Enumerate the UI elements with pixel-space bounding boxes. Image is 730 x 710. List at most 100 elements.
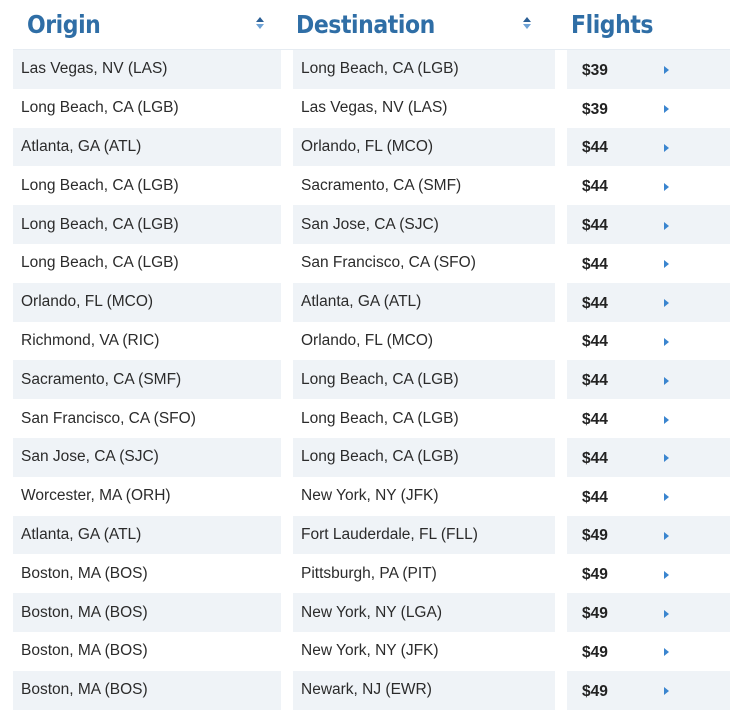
origin-cell: Boston, MA (BOS) [13, 593, 281, 632]
table-row[interactable]: Boston, MA (BOS) Pittsburgh, PA (PIT) $49 [0, 554, 730, 593]
header-origin[interactable]: Origin [27, 4, 277, 44]
flights-cell[interactable]: $44 [567, 166, 730, 205]
table-row[interactable]: Long Beach, CA (LGB) San Francisco, CA (S… [0, 244, 730, 283]
sort-down-arrow-icon [523, 24, 531, 29]
table-row[interactable]: Worcester, MA (ORH) New York, NY (JFK) $44 [0, 477, 730, 516]
price-text: $49 [582, 643, 608, 661]
chevron-right-icon[interactable] [664, 687, 669, 696]
origin-cell: San Jose, CA (SJC) [13, 437, 281, 477]
chevron-right-icon[interactable] [664, 454, 669, 463]
origin-text: Long Beach, CA (LGB) [21, 99, 179, 117]
flights-cell[interactable]: $49 [567, 515, 730, 555]
price-text: $44 [582, 372, 608, 390]
destination-text: Fort Lauderdale, FL (FLL) [301, 525, 478, 543]
origin-text: Boston, MA (BOS) [21, 681, 148, 699]
table-body: Las Vegas, NV (LAS) Long Beach, CA (LGB) $… [0, 50, 730, 710]
destination-cell: Long Beach, CA (LGB) [293, 50, 555, 89]
sort-up-arrow-icon [256, 17, 264, 22]
destination-cell: Long Beach, CA (LGB) [293, 437, 555, 477]
flights-cell[interactable]: $44 [567, 282, 730, 322]
chevron-right-icon[interactable] [664, 337, 669, 346]
chevron-right-icon[interactable] [664, 105, 669, 114]
price-text: $44 [582, 178, 608, 196]
table-row[interactable]: Boston, MA (BOS) Newark, NJ (EWR) $49 [0, 670, 730, 710]
chevron-right-icon[interactable] [664, 376, 669, 385]
price-text: $39 [582, 61, 608, 79]
destination-cell: San Francisco, CA (SFO) [293, 244, 555, 283]
flights-cell[interactable]: $44 [567, 360, 730, 400]
chevron-right-icon[interactable] [664, 299, 669, 308]
origin-text: San Francisco, CA (SFO) [21, 409, 196, 427]
chevron-right-icon[interactable] [664, 531, 669, 540]
flights-cell[interactable]: $44 [567, 322, 730, 361]
table-row[interactable]: San Francisco, CA (SFO) Long Beach, CA (L… [0, 399, 730, 438]
origin-cell: Sacramento, CA (SMF) [13, 360, 281, 400]
chevron-right-icon[interactable] [664, 415, 669, 424]
chevron-right-icon[interactable] [664, 260, 669, 269]
destination-cell: Orlando, FL (MCO) [293, 127, 555, 167]
destination-text: Las Vegas, NV (LAS) [301, 99, 448, 117]
flights-cell[interactable]: $49 [567, 632, 730, 671]
origin-cell: Long Beach, CA (LGB) [13, 89, 281, 128]
table-row[interactable]: Atlanta, GA (ATL) Fort Lauderdale, FL (FL… [0, 515, 730, 555]
flights-cell[interactable]: $44 [567, 477, 730, 516]
destination-text: San Jose, CA (SJC) [301, 215, 439, 233]
sort-origin-icon[interactable] [255, 17, 265, 31]
price-text: $44 [582, 139, 608, 157]
price-text: $44 [582, 255, 608, 273]
flights-cell[interactable]: $39 [567, 89, 730, 128]
destination-text: Long Beach, CA (LGB) [301, 370, 459, 388]
table-row[interactable]: Boston, MA (BOS) New York, NY (JFK) $49 [0, 632, 730, 671]
price-text: $49 [582, 527, 608, 545]
table-row[interactable]: Boston, MA (BOS) New York, NY (LGA) $49 [0, 593, 730, 632]
table-row[interactable]: Long Beach, CA (LGB) Sacramento, CA (SMF)… [0, 166, 730, 205]
origin-cell: Long Beach, CA (LGB) [13, 166, 281, 205]
origin-text: Long Beach, CA (LGB) [21, 176, 179, 194]
destination-text: Pittsburgh, PA (PIT) [301, 564, 437, 582]
table-header: Origin Destination Flights [0, 0, 730, 50]
chevron-right-icon[interactable] [664, 182, 669, 191]
destination-text: San Francisco, CA (SFO) [301, 254, 476, 272]
destination-text: New York, NY (LGA) [301, 603, 442, 621]
price-text: $44 [582, 411, 608, 429]
origin-text: Las Vegas, NV (LAS) [21, 60, 168, 78]
origin-text: Sacramento, CA (SMF) [21, 370, 182, 388]
table-row[interactable]: San Jose, CA (SJC) Long Beach, CA (LGB) $4… [0, 437, 730, 477]
flights-cell[interactable]: $49 [567, 593, 730, 632]
table-row[interactable]: Orlando, FL (MCO) Atlanta, GA (ATL) $44 [0, 282, 730, 322]
destination-text: Long Beach, CA (LGB) [301, 60, 459, 78]
table-row[interactable]: Long Beach, CA (LGB) Las Vegas, NV (LAS) $… [0, 89, 730, 128]
header-destination[interactable]: Destination [296, 4, 541, 44]
chevron-right-icon[interactable] [664, 609, 669, 618]
flights-cell[interactable]: $44 [567, 244, 730, 283]
table-row[interactable]: Richmond, VA (RIC) Orlando, FL (MCO) $44 [0, 322, 730, 361]
flights-cell[interactable]: $39 [567, 50, 730, 89]
flights-cell[interactable]: $49 [567, 670, 730, 710]
chevron-right-icon[interactable] [664, 221, 669, 230]
flights-cell[interactable]: $49 [567, 554, 730, 593]
flights-cell[interactable]: $44 [567, 437, 730, 477]
flights-cell[interactable]: $44 [567, 127, 730, 167]
destination-cell: Atlanta, GA (ATL) [293, 282, 555, 322]
chevron-right-icon[interactable] [664, 66, 669, 75]
table-row[interactable]: Atlanta, GA (ATL) Orlando, FL (MCO) $44 [0, 127, 730, 167]
table-row[interactable]: Las Vegas, NV (LAS) Long Beach, CA (LGB) $… [0, 50, 730, 89]
origin-cell: Orlando, FL (MCO) [13, 282, 281, 322]
sort-down-arrow-icon [256, 24, 264, 29]
table-row[interactable]: Sacramento, CA (SMF) Long Beach, CA (LGB)… [0, 360, 730, 400]
chevron-right-icon[interactable] [664, 570, 669, 579]
flights-cell[interactable]: $44 [567, 205, 730, 244]
flights-cell[interactable]: $44 [567, 399, 730, 438]
origin-cell: Richmond, VA (RIC) [13, 322, 281, 361]
origin-cell: Boston, MA (BOS) [13, 670, 281, 710]
chevron-right-icon[interactable] [664, 648, 669, 657]
table-row[interactable]: Long Beach, CA (LGB) San Jose, CA (SJC) $4… [0, 205, 730, 244]
sort-destination-icon[interactable] [522, 17, 532, 31]
header-flights-label: Flights [571, 9, 654, 39]
header-origin-label: Origin [27, 9, 101, 39]
origin-text: Long Beach, CA (LGB) [21, 254, 179, 272]
chevron-right-icon[interactable] [664, 143, 669, 152]
destination-cell: Orlando, FL (MCO) [293, 322, 555, 361]
chevron-right-icon[interactable] [664, 493, 669, 502]
origin-text: Worcester, MA (ORH) [21, 487, 171, 505]
